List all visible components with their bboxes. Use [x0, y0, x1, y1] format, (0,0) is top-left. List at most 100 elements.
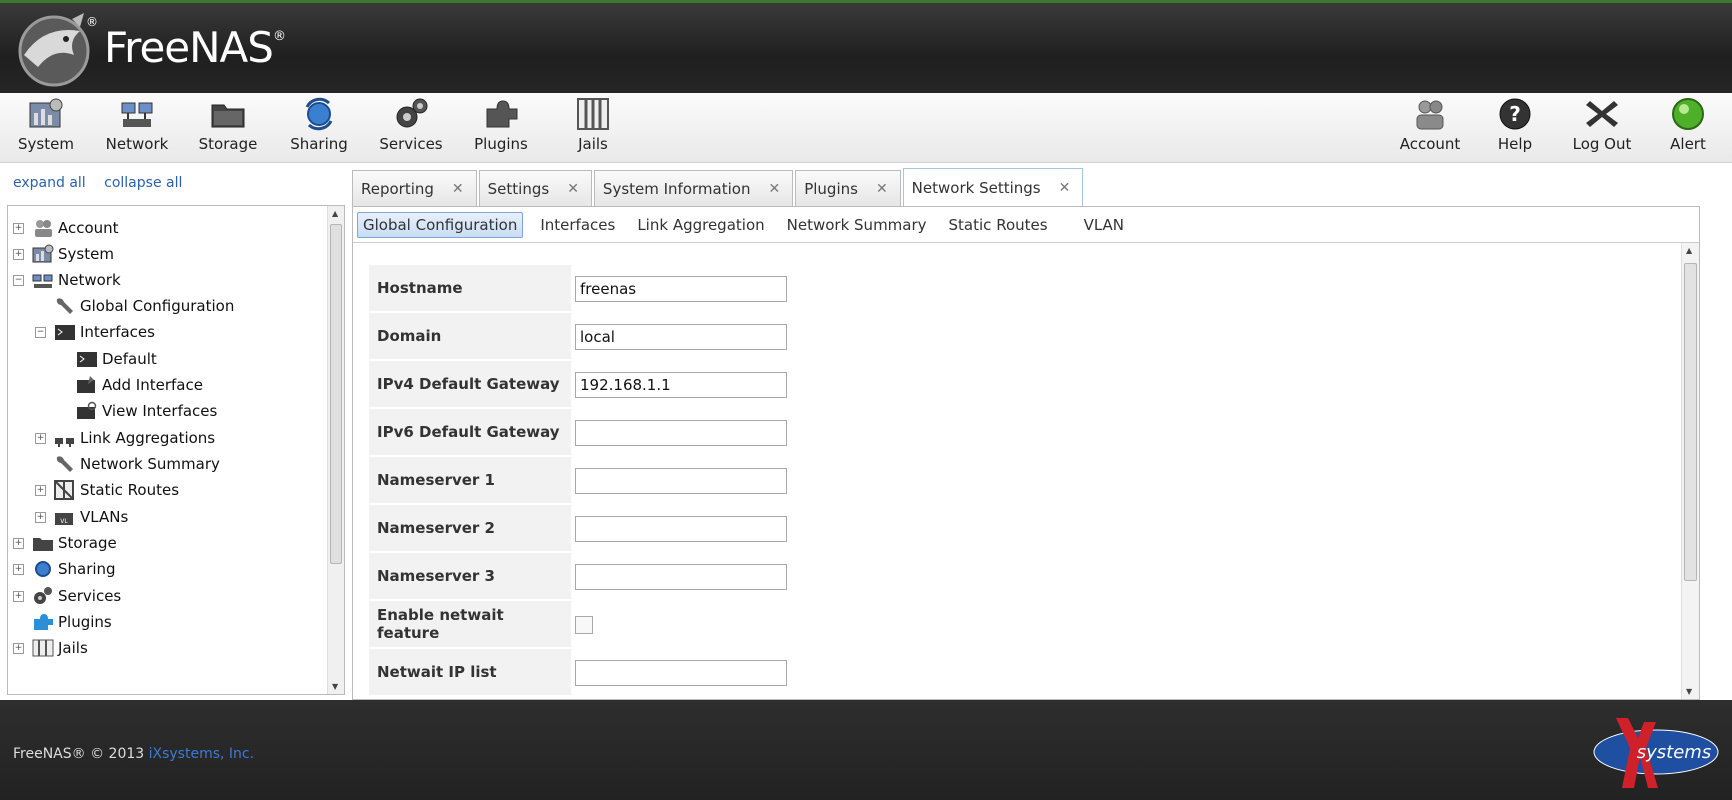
expand-all-link[interactable]: expand all [13, 175, 86, 191]
collapse-all-link[interactable]: collapse all [104, 175, 182, 191]
scroll-down-arrow-icon[interactable]: ▼ [1686, 687, 1692, 696]
toolbar-alert-button[interactable]: Alert [1666, 97, 1710, 159]
subtab-interfaces[interactable]: Interfaces [535, 213, 620, 237]
expand-toggle[interactable]: + [13, 222, 24, 234]
ixsystems-link[interactable]: iXsystems, Inc. [149, 746, 254, 762]
tree-item-label: Network Summary [80, 455, 220, 473]
tree-item-jails[interactable]: + Jails [13, 635, 88, 661]
subtab-network-summary[interactable]: Network Summary [782, 213, 932, 237]
scroll-up-arrow-icon[interactable]: ▲ [1686, 246, 1692, 255]
form-row-ipv6-gateway: IPv6 Default Gateway [369, 409, 787, 457]
terminal-icon [55, 325, 75, 340]
brand-reg: ® [272, 29, 286, 44]
static-routes-icon [54, 480, 74, 500]
toolbar-system-button[interactable]: System [16, 97, 76, 159]
netwait-ip-list-input[interactable] [575, 660, 787, 686]
tree-item-global-configuration[interactable]: Global Configuration [54, 293, 234, 319]
expand-toggle[interactable]: + [13, 563, 24, 575]
domain-input[interactable]: local [575, 324, 787, 350]
tree-item-plugins[interactable]: Plugins [32, 609, 112, 635]
tree-item-system[interactable]: + System [13, 241, 114, 267]
svg-text:?: ? [1509, 102, 1521, 126]
tree-scrollbar[interactable]: ▲ ▼ [327, 206, 344, 694]
close-icon[interactable]: ✕ [768, 181, 780, 197]
jails-icon [32, 639, 54, 657]
toolbar-network-button[interactable]: Network [104, 97, 170, 159]
close-icon[interactable]: ✕ [567, 181, 579, 197]
tree-item-interfaces[interactable]: − Interfaces [35, 319, 155, 345]
toolbar-logout-button[interactable]: Log Out [1572, 97, 1632, 159]
tree-item-view-interfaces[interactable]: View Interfaces [76, 398, 217, 424]
nameserver-1-input[interactable] [575, 468, 787, 494]
toolbar-storage-label: Storage [198, 135, 258, 153]
toolbar-account-button[interactable]: Account [1398, 97, 1462, 159]
tree-item-network[interactable]: − Network [13, 267, 121, 293]
ipv4-gateway-input[interactable]: 192.168.1.1 [575, 372, 787, 398]
tree-item-link-aggregations[interactable]: + Link Aggregations [35, 425, 215, 451]
collapse-toggle[interactable]: − [13, 274, 24, 286]
toolbar-jails-button[interactable]: Jails [572, 97, 614, 159]
nameserver-1-label: Nameserver 1 [369, 457, 571, 503]
expand-toggle[interactable]: + [13, 590, 24, 602]
tree-item-default[interactable]: Default [76, 346, 157, 372]
tab-system-information[interactable]: System Information ✕ [593, 170, 794, 206]
account-icon [35, 220, 52, 237]
tab-settings[interactable]: Settings ✕ [478, 170, 592, 206]
copyright-label: FreeNAS® © 2013 [13, 746, 149, 762]
form-row-netwait: Enable netwait feature [369, 601, 593, 649]
view-interfaces-icon [77, 401, 97, 419]
tab-network-settings[interactable]: Network Settings ✕ [902, 168, 1084, 206]
subtab-link-aggregation[interactable]: Link Aggregation [632, 213, 769, 237]
nameserver-3-input[interactable] [575, 564, 787, 590]
services-icon [34, 587, 52, 604]
network-icon [32, 274, 53, 288]
tree-scroll-thumb[interactable] [330, 224, 342, 564]
main-content: Reporting ✕ Settings ✕ System Information ✕… [352, 163, 1732, 700]
expand-toggle[interactable]: + [35, 432, 46, 444]
tree-item-static-routes[interactable]: + Static Routes [35, 477, 179, 503]
scroll-up-arrow-icon[interactable]: ▲ [332, 209, 338, 218]
collapse-toggle[interactable]: − [35, 326, 46, 338]
toolbar-plugins-button[interactable]: Plugins [472, 97, 530, 159]
tree-item-add-interface[interactable]: Add Interface [76, 372, 203, 398]
panel-scrollbar[interactable]: ▲ ▼ [1681, 243, 1699, 699]
form-row-nameserver-2: Nameserver 2 [369, 505, 787, 553]
add-interface-icon [77, 376, 95, 393]
tree-item-account[interactable]: + Account [13, 215, 119, 241]
tree-item-label: Static Routes [80, 481, 180, 499]
system-icon [29, 98, 63, 128]
netwait-checkbox[interactable] [575, 616, 593, 634]
tree-item-network-summary[interactable]: Network Summary [54, 451, 220, 477]
tab-reporting[interactable]: Reporting ✕ [352, 170, 477, 206]
subtab-static-routes[interactable]: Static Routes [944, 213, 1053, 237]
expand-toggle[interactable]: + [35, 511, 46, 523]
scroll-down-arrow-icon[interactable]: ▼ [332, 682, 338, 691]
close-icon[interactable]: ✕ [452, 181, 464, 197]
toolbar-sharing-button[interactable]: Sharing [290, 97, 348, 159]
subtab-vlan[interactable]: VLAN [1079, 213, 1129, 237]
nameserver-2-input[interactable] [575, 516, 787, 542]
subtab-global-configuration[interactable]: Global Configuration [357, 211, 524, 238]
toolbar-services-button[interactable]: Services [378, 97, 444, 159]
tree-item-vlans[interactable]: + VL VLANs [35, 504, 128, 530]
expand-toggle[interactable]: + [13, 642, 24, 654]
tree-item-storage[interactable]: + Storage [13, 530, 117, 556]
tree-item-sharing[interactable]: + Sharing [13, 556, 116, 582]
expand-toggle[interactable]: + [13, 248, 24, 260]
ipv6-gateway-input[interactable] [575, 420, 787, 446]
tree-item-services[interactable]: + Services [13, 583, 121, 609]
toolbar-help-button[interactable]: ? Help [1494, 97, 1536, 159]
tab-label: Network Settings [911, 178, 1041, 197]
toolbar-storage-button[interactable]: Storage [198, 97, 258, 159]
toolbar-services-label: Services [379, 135, 443, 153]
sharing-icon [35, 561, 51, 577]
close-icon[interactable]: ✕ [1059, 180, 1071, 196]
form-row-netwait-ip-list: Netwait IP list [369, 649, 787, 697]
expand-toggle[interactable]: + [13, 537, 24, 549]
close-icon[interactable]: ✕ [876, 181, 888, 197]
expand-toggle[interactable]: + [35, 484, 46, 496]
hostname-input[interactable]: freenas [575, 276, 787, 302]
panel-scroll-thumb[interactable] [1684, 263, 1697, 581]
wrench-icon [56, 298, 73, 314]
tab-plugins[interactable]: Plugins ✕ [795, 170, 901, 206]
